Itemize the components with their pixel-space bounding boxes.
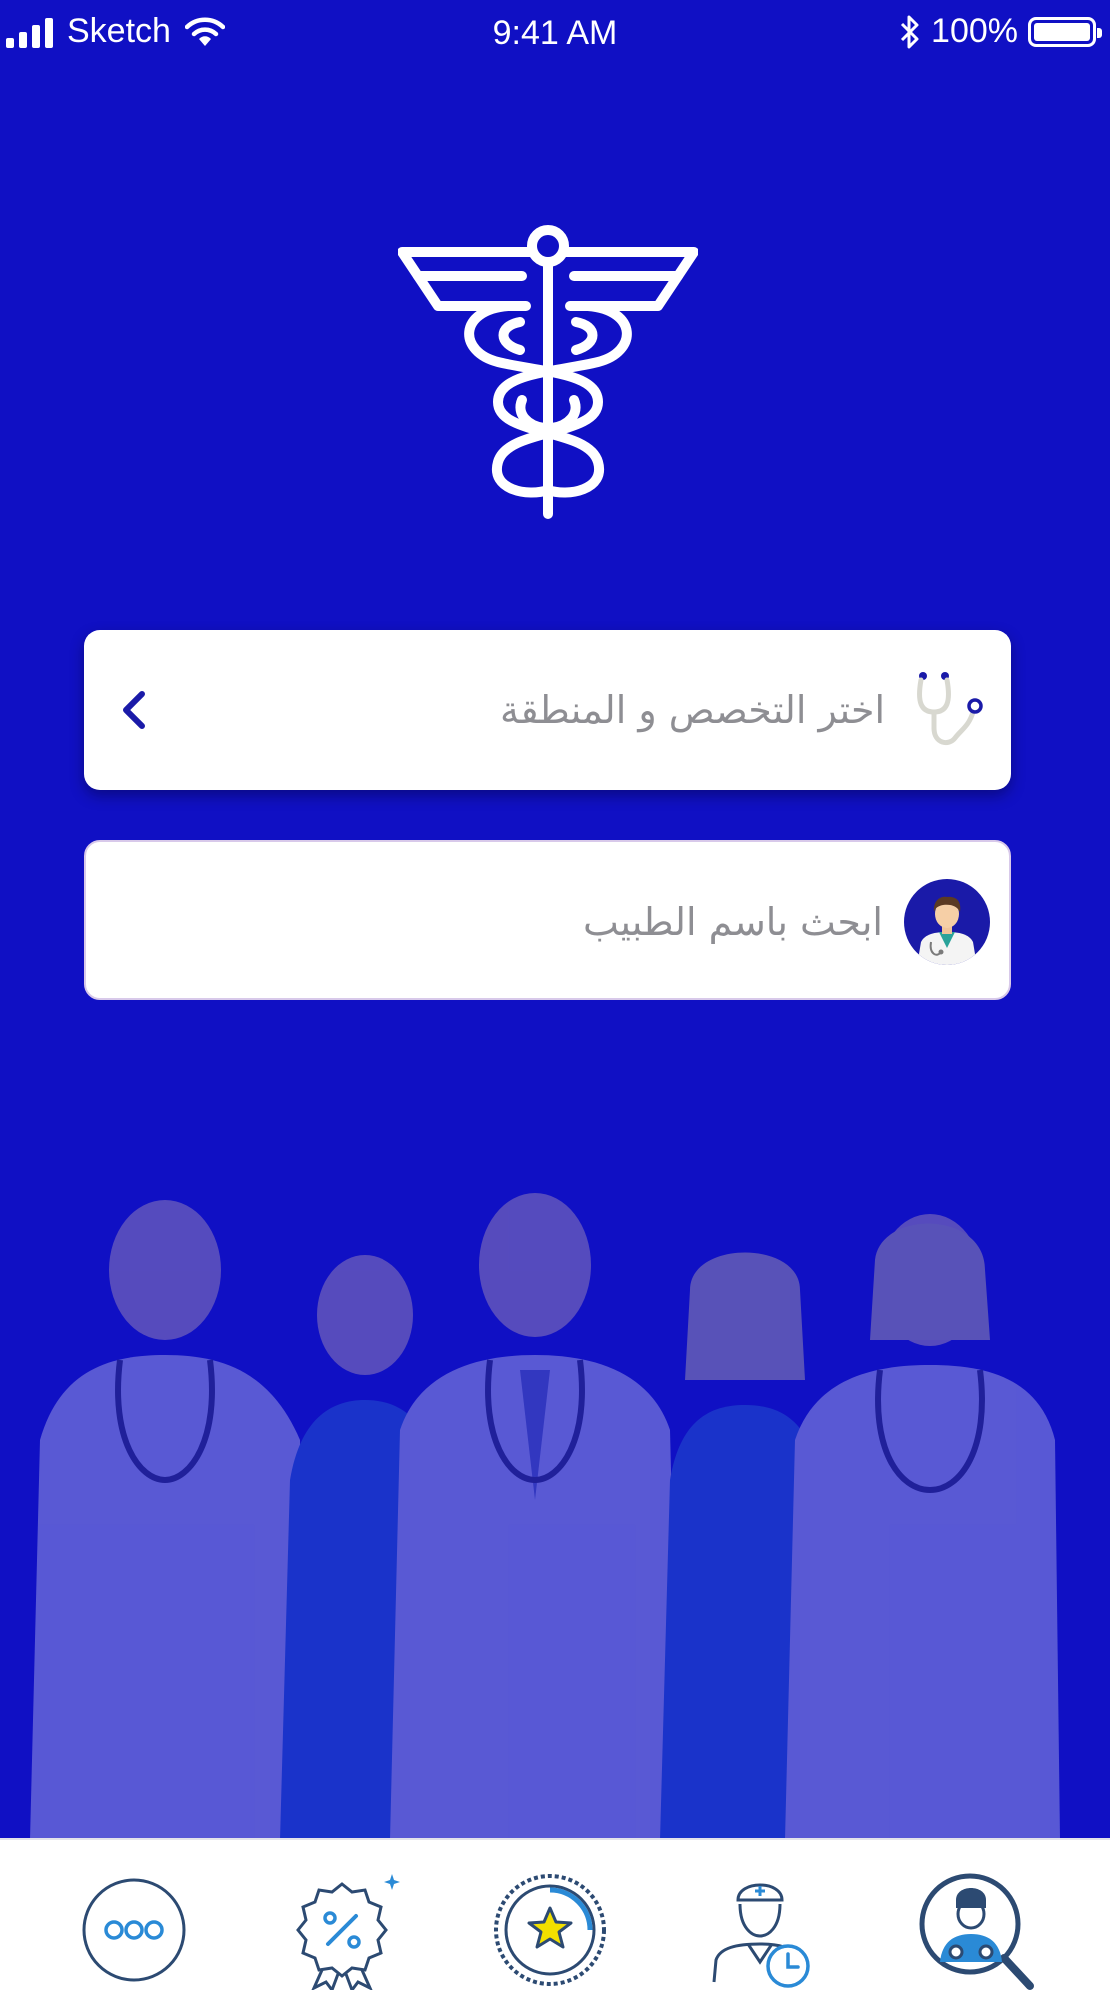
battery-icon (1028, 16, 1102, 47)
specialty-region-field[interactable]: اختر التخصص و المنطقة (84, 630, 1011, 790)
tab-appointments[interactable] (700, 1870, 820, 1990)
tab-more[interactable] (74, 1870, 194, 1990)
favorites-star-icon (494, 1874, 606, 1986)
status-bar: Sketch 9:41 AM 100% (0, 0, 1110, 70)
battery-percent: 100% (931, 12, 1018, 50)
bluetooth-icon (900, 15, 919, 48)
more-icon (82, 1878, 186, 1982)
tab-offers[interactable] (282, 1870, 402, 1994)
doctor-name-label: ابحث باسم الطبيب (583, 900, 883, 944)
chevron-left-icon[interactable] (106, 680, 166, 740)
stethoscope-icon (917, 672, 983, 746)
doctor-search-icon (919, 1873, 1034, 1990)
doctor-avatar-icon (904, 879, 990, 965)
tab-favorites[interactable] (490, 1870, 610, 1990)
status-right: 100% (899, 12, 1102, 51)
doctor-name-field[interactable]: ابحث باسم الطبيب (84, 840, 1011, 1000)
appointments-icon (712, 1883, 810, 1988)
caduceus-icon (398, 225, 698, 519)
tab-bar (0, 1838, 1110, 2003)
tab-doctor-search[interactable] (916, 1870, 1036, 1990)
medical-team-image (30, 1193, 1060, 1840)
specialty-region-label: اختر التخصص و المنطقة (499, 688, 885, 732)
discount-badge-icon (296, 1874, 400, 1994)
